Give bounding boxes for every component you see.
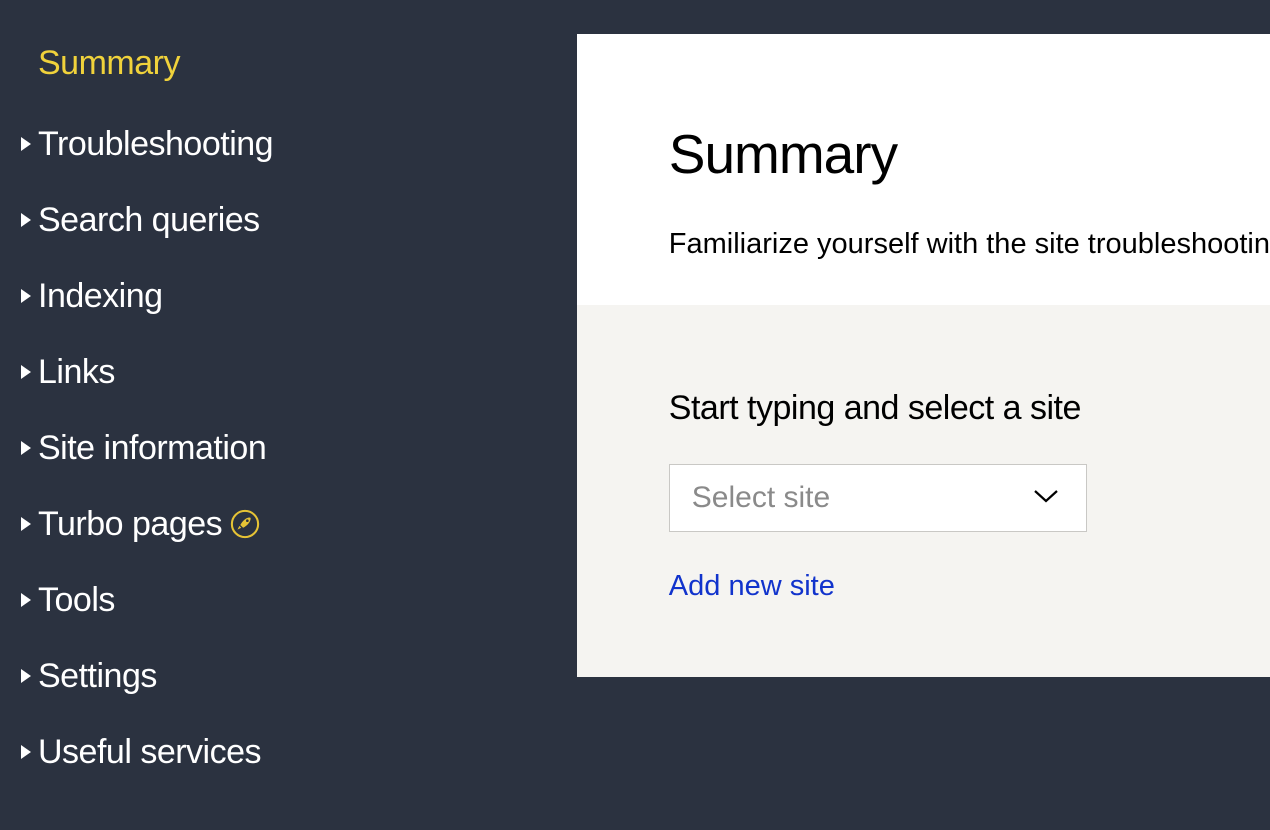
sidebar-item-label: Links	[38, 353, 115, 392]
sidebar-item-label: Search queries	[38, 201, 260, 240]
sidebar-item-label: Summary	[38, 44, 180, 83]
sidebar-item-links[interactable]: Links	[18, 334, 577, 410]
sidebar: Summary Troubleshooting Search queries I…	[0, 0, 577, 830]
rocket-icon	[230, 509, 260, 539]
sidebar-item-label: Turbo pages	[38, 505, 222, 544]
chevron-right-icon	[18, 441, 38, 455]
page-title: Summary	[669, 122, 1270, 186]
sidebar-item-label: Tools	[38, 581, 115, 620]
sidebar-item-search-queries[interactable]: Search queries	[18, 182, 577, 258]
sidebar-item-label: Settings	[38, 657, 157, 696]
sidebar-item-tools[interactable]: Tools	[18, 562, 577, 638]
sidebar-item-settings[interactable]: Settings	[18, 638, 577, 714]
chevron-right-icon	[18, 213, 38, 227]
sidebar-item-site-information[interactable]: Site information	[18, 410, 577, 486]
select-site-dropdown[interactable]: Select site	[669, 464, 1087, 532]
site-select-panel: Start typing and select a site Select si…	[577, 305, 1270, 677]
select-placeholder: Select site	[692, 481, 830, 515]
chevron-right-icon	[18, 289, 38, 303]
page-subtitle: Familiarize yourself with the site troub…	[669, 228, 1270, 261]
sidebar-item-troubleshooting[interactable]: Troubleshooting	[18, 106, 577, 182]
main-content: Summary Familiarize yourself with the si…	[577, 0, 1270, 830]
sidebar-item-turbo-pages[interactable]: Turbo pages	[18, 486, 577, 562]
summary-header-panel: Summary Familiarize yourself with the si…	[577, 34, 1270, 305]
chevron-right-icon	[18, 745, 38, 759]
sidebar-item-indexing[interactable]: Indexing	[18, 258, 577, 334]
chevron-right-icon	[18, 137, 38, 151]
select-site-label: Start typing and select a site	[669, 389, 1270, 428]
chevron-right-icon	[18, 593, 38, 607]
sidebar-item-label: Site information	[38, 429, 266, 468]
sidebar-item-summary[interactable]: Summary	[18, 44, 577, 106]
chevron-right-icon	[18, 669, 38, 683]
sidebar-item-label: Troubleshooting	[38, 125, 273, 164]
chevron-down-icon	[1032, 487, 1060, 510]
chevron-right-icon	[18, 365, 38, 379]
chevron-right-icon	[18, 517, 38, 531]
sidebar-item-label: Indexing	[38, 277, 163, 316]
add-new-site-link[interactable]: Add new site	[669, 570, 835, 602]
sidebar-item-useful-services[interactable]: Useful services	[18, 714, 577, 790]
sidebar-item-label: Useful services	[38, 733, 261, 772]
